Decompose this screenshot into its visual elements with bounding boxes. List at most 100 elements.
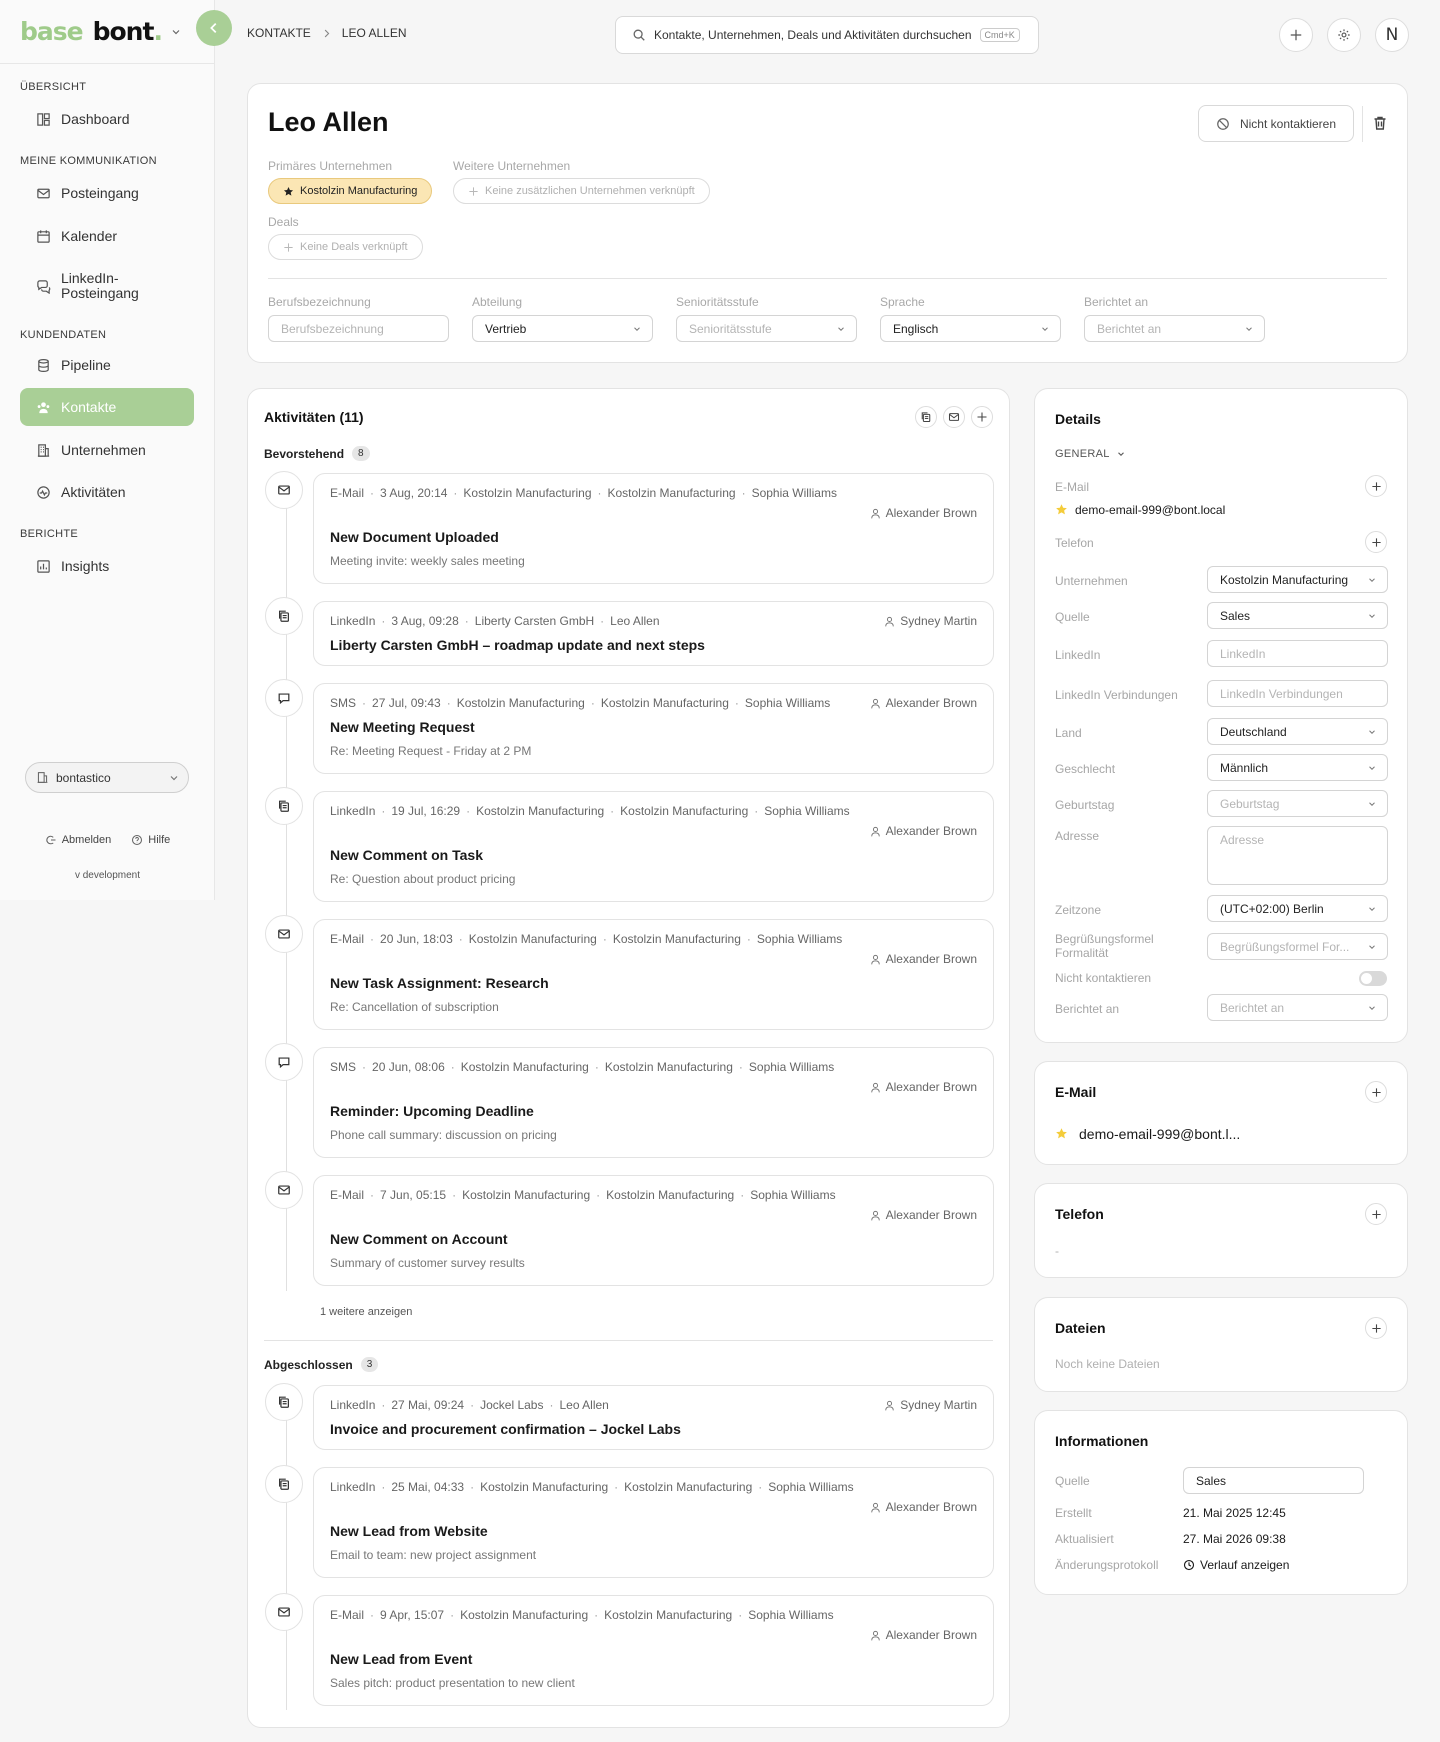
- reports-to-select[interactable]: Berichtet an: [1084, 315, 1265, 342]
- log-email-button[interactable]: [943, 406, 965, 428]
- add-phone-button[interactable]: [1365, 1203, 1387, 1225]
- country-select[interactable]: Deutschland: [1207, 718, 1388, 745]
- activity-item[interactable]: E-Mail9 Apr, 15:07Kostolzin Manufacturin…: [313, 1595, 994, 1706]
- activity-item[interactable]: LinkedIn19 Jul, 16:29Kostolzin Manufactu…: [313, 791, 994, 902]
- activity-subject: Liberty Carsten GmbH – roadmap update an…: [330, 637, 705, 653]
- activity-body: Re: Cancellation of subscription: [330, 1000, 499, 1014]
- primary-email[interactable]: demo-email-999@bont.local: [1075, 503, 1225, 517]
- sidebar-item-contacts[interactable]: Kontakte: [20, 388, 194, 426]
- add-email-button[interactable]: [1365, 1081, 1387, 1103]
- activity-item[interactable]: LinkedIn25 Mai, 04:33Kostolzin Manufactu…: [313, 1467, 994, 1578]
- add-email-button[interactable]: [1365, 475, 1387, 497]
- files-empty: Noch keine Dateien: [1055, 1357, 1160, 1371]
- add-phone-button[interactable]: [1365, 531, 1387, 553]
- add-file-button[interactable]: [1365, 1317, 1387, 1339]
- activity-item[interactable]: E-Mail7 Jun, 05:15Kostolzin Manufacturin…: [313, 1175, 994, 1286]
- activity-body: Sales pitch: product presentation to new…: [330, 1676, 575, 1690]
- sidebar-item-dashboard[interactable]: Dashboard: [20, 100, 194, 138]
- phone-label: Telefon: [1055, 536, 1094, 550]
- add-company-chip[interactable]: Keine zusätzlichen Unternehmen verknüpft: [453, 178, 710, 204]
- activity-owner: Alexander Brown: [870, 1208, 977, 1222]
- sidebar-item-pipeline[interactable]: Pipeline: [20, 346, 194, 384]
- show-more-link[interactable]: 1 weitere anzeigen: [320, 1306, 412, 1318]
- settings-button[interactable]: [1327, 18, 1361, 52]
- logo[interactable]: base bont.: [20, 17, 163, 46]
- show-history-link[interactable]: Verlauf anzeigen: [1183, 1558, 1289, 1572]
- collapse-sidebar-button[interactable]: [196, 10, 232, 46]
- page-title: Leo Allen: [268, 107, 389, 137]
- activity-meta: LinkedIn3 Aug, 09:28Liberty Carsten GmbH…: [330, 614, 660, 628]
- department-select[interactable]: Vertrieb: [472, 315, 653, 342]
- source-select[interactable]: Sales: [1207, 602, 1388, 629]
- plus-icon: [1371, 1323, 1382, 1334]
- trash-icon[interactable]: [1372, 115, 1388, 131]
- activity-body: Phone call summary: discussion on pricin…: [330, 1128, 557, 1142]
- add-deal-chip[interactable]: Keine Deals verknüpft: [268, 234, 423, 260]
- sidebar-item-label: Posteingang: [61, 185, 139, 201]
- sidebar-item-companies[interactable]: Unternehmen: [20, 431, 194, 469]
- plus-icon: [283, 242, 294, 253]
- details-title: Details: [1055, 411, 1101, 427]
- field-label: Geburtstag: [1055, 798, 1115, 812]
- user-icon: [870, 1630, 881, 1641]
- job-title-input[interactable]: Berufsbezeichnung: [268, 315, 449, 342]
- general-section-toggle[interactable]: General: [1055, 448, 1126, 460]
- reports-to-select[interactable]: Berichtet an: [1207, 994, 1388, 1021]
- activity-owner: Alexander Brown: [870, 1500, 977, 1514]
- log-linkedin-button[interactable]: [915, 406, 937, 428]
- birthday-select[interactable]: Geburtstag: [1207, 790, 1388, 817]
- sidebar-item-label: Insights: [61, 558, 110, 574]
- deals-label: Deals: [268, 215, 299, 229]
- sidebar-item-linkedin-inbox[interactable]: LinkedIn-Posteingang: [20, 264, 194, 308]
- chevron-down-icon[interactable]: [170, 26, 182, 38]
- activity-item[interactable]: E-Mail3 Aug, 20:14Kostolzin Manufacturin…: [313, 473, 994, 584]
- user-icon: [870, 954, 881, 965]
- do-not-contact-button[interactable]: Nicht kontaktieren: [1198, 105, 1354, 142]
- gender-select[interactable]: Männlich: [1207, 754, 1388, 781]
- add-button[interactable]: [1279, 18, 1313, 52]
- search-input[interactable]: Kontakte, Unternehmen, Deals und Aktivit…: [615, 16, 1039, 54]
- search-shortcut: Cmd+K: [979, 28, 1020, 42]
- activity-body: Summary of customer survey results: [330, 1256, 525, 1270]
- activity-item[interactable]: SMS20 Jun, 08:06Kostolzin ManufacturingK…: [313, 1047, 994, 1158]
- sidebar-item-calendar[interactable]: Kalender: [20, 217, 194, 255]
- language-select[interactable]: Englisch: [880, 315, 1061, 342]
- do-not-contact-toggle[interactable]: [1359, 971, 1387, 986]
- language-label: Sprache: [880, 295, 925, 309]
- activity-item[interactable]: SMS27 Jul, 09:43Kostolzin ManufacturingK…: [313, 683, 994, 774]
- primary-company-chip[interactable]: Kostolzin Manufacturing: [268, 178, 433, 204]
- address-textarea[interactable]: Adresse: [1207, 826, 1388, 885]
- chevron-down-icon: [1367, 575, 1377, 585]
- company-select[interactable]: Kostolzin Manufacturing: [1207, 566, 1388, 593]
- field-label: Nicht kontaktieren: [1055, 971, 1152, 985]
- user-icon: [884, 616, 895, 627]
- activity-meta: E-Mail3 Aug, 20:14Kostolzin Manufacturin…: [330, 486, 837, 500]
- activity-item[interactable]: LinkedIn3 Aug, 09:28Liberty Carsten GmbH…: [313, 601, 994, 666]
- user-icon: [870, 1502, 881, 1513]
- activity-owner: Alexander Brown: [870, 952, 977, 966]
- activity-item[interactable]: E-Mail20 Jun, 18:03Kostolzin Manufacturi…: [313, 919, 994, 1030]
- source-input[interactable]: Sales: [1183, 1467, 1364, 1494]
- avatar[interactable]: N: [1375, 18, 1409, 52]
- sidebar-item-inbox[interactable]: Posteingang: [20, 174, 194, 212]
- activity-item[interactable]: LinkedIn27 Mai, 09:24Jockel LabsLeo Alle…: [313, 1385, 994, 1450]
- email-value[interactable]: demo-email-999@bont.l...: [1079, 1126, 1240, 1142]
- salutation-select[interactable]: Begrüßungsformel For...: [1207, 933, 1388, 960]
- workspace-selector[interactable]: bontastico: [25, 762, 189, 793]
- linkedin-input[interactable]: LinkedIn: [1207, 640, 1388, 667]
- logout-link[interactable]: Abmelden: [45, 834, 111, 846]
- add-activity-button[interactable]: [971, 406, 993, 428]
- timezone-select[interactable]: (UTC+02:00) Berlin: [1207, 895, 1388, 922]
- breadcrumb-contacts[interactable]: Kontakte: [247, 26, 311, 40]
- files-card: Dateien Noch keine Dateien: [1034, 1297, 1408, 1392]
- sidebar-item-activities[interactable]: Aktivitäten: [20, 473, 194, 511]
- linkedin-connections-input[interactable]: LinkedIn Verbindungen: [1207, 680, 1388, 707]
- phone-card: Telefon -: [1034, 1183, 1408, 1278]
- copy-icon: [276, 1394, 292, 1410]
- activity-body: Re: Meeting Request - Friday at 2 PM: [330, 744, 532, 758]
- building-icon: [36, 443, 51, 458]
- seniority-select[interactable]: Senioritätsstufe: [676, 315, 857, 342]
- sidebar-item-insights[interactable]: Insights: [20, 547, 194, 585]
- count-badge: 8: [352, 446, 370, 461]
- help-link[interactable]: Hilfe: [131, 834, 170, 846]
